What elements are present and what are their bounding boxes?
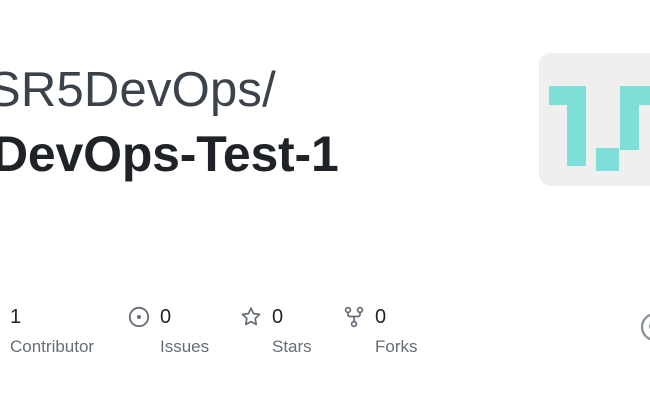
- contributors-label: Contributor: [10, 337, 95, 356]
- forks-count: 0: [375, 306, 387, 328]
- github-mark-icon: [640, 312, 650, 342]
- issues-label: Issues: [160, 337, 210, 356]
- forks-label: Forks: [375, 337, 418, 356]
- repo-owner[interactable]: SR5DevOps/: [0, 60, 276, 120]
- issue-opened-icon: [128, 306, 150, 328]
- org-logo-icon: [549, 86, 650, 171]
- owner-avatar: [539, 53, 650, 186]
- issues-count: 0: [160, 306, 172, 328]
- stat-stars[interactable]: 0 Stars: [240, 303, 312, 363]
- repo-forked-icon: [343, 306, 365, 328]
- stars-label: Stars: [272, 337, 312, 356]
- repo-title[interactable]: DevOps-Test-1: [0, 124, 339, 184]
- stat-issues[interactable]: 0 Issues: [128, 303, 209, 363]
- repo-social-card: SR5DevOps/ DevOps-Test-1 1 Contributor 0…: [0, 0, 650, 400]
- contributors-count: 1: [10, 306, 22, 328]
- star-icon: [240, 306, 262, 328]
- stat-contributors[interactable]: 1 Contributor: [10, 303, 94, 363]
- stat-forks[interactable]: 0 Forks: [343, 303, 418, 363]
- stars-count: 0: [272, 306, 284, 328]
